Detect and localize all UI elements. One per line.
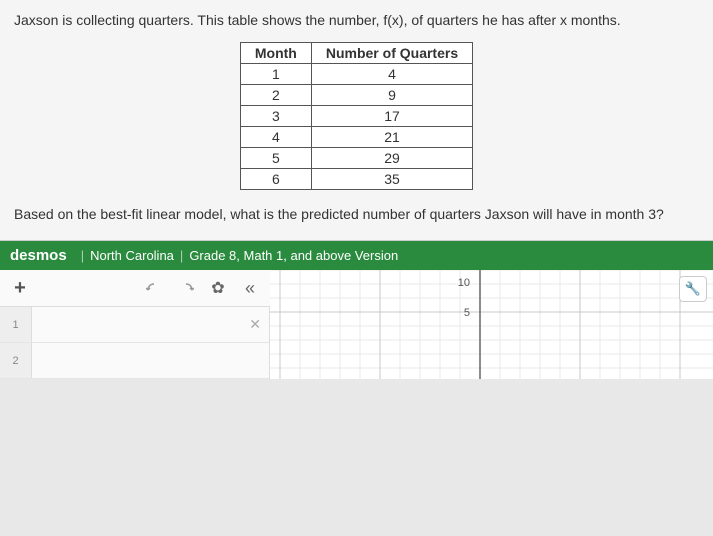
expression-row[interactable]: 2 xyxy=(0,343,269,379)
table-header-month: Month xyxy=(240,43,311,64)
table-row: 14 xyxy=(240,64,472,85)
cell-month: 4 xyxy=(240,127,311,148)
cell-month: 6 xyxy=(240,169,311,190)
divider: | xyxy=(180,248,183,263)
data-table: Month Number of Quarters 14 29 317 421 5… xyxy=(240,42,473,190)
table-row: 29 xyxy=(240,85,472,106)
redo-button[interactable] xyxy=(170,274,202,302)
svg-text:10: 10 xyxy=(458,277,470,289)
graph-grid: -10 -5 0 5 10 10 5 -5 xyxy=(270,270,713,379)
cell-month: 5 xyxy=(240,148,311,169)
problem-question: Based on the best-fit linear model, what… xyxy=(14,206,699,222)
cell-quarters: 17 xyxy=(311,106,472,127)
expression-index: 1 xyxy=(0,307,32,342)
problem-intro: Jaxson is collecting quarters. This tabl… xyxy=(14,12,699,28)
collapse-panel-button[interactable]: « xyxy=(234,274,266,302)
cell-quarters: 9 xyxy=(311,85,472,106)
desmos-logo: desmos xyxy=(10,247,67,264)
close-icon[interactable]: ✕ xyxy=(249,316,261,333)
cell-quarters: 21 xyxy=(311,127,472,148)
chevron-left-icon: « xyxy=(245,278,255,299)
expression-panel: 1 ✕ 2 xyxy=(0,307,270,379)
cell-quarters: 35 xyxy=(311,169,472,190)
expression-index: 2 xyxy=(0,343,32,378)
settings-button[interactable]: ✿ xyxy=(202,274,234,302)
table-row: 529 xyxy=(240,148,472,169)
cell-quarters: 4 xyxy=(311,64,472,85)
graph-viewport[interactable]: 🔧 xyxy=(270,270,713,379)
desmos-region: North Carolina xyxy=(90,248,174,263)
svg-text:5: 5 xyxy=(464,307,470,319)
table-row: 317 xyxy=(240,106,472,127)
table-header-quarters: Number of Quarters xyxy=(311,43,472,64)
cell-month: 1 xyxy=(240,64,311,85)
expression-input[interactable] xyxy=(32,343,269,378)
desmos-version: Grade 8, Math 1, and above Version xyxy=(189,248,398,263)
wrench-icon: 🔧 xyxy=(685,281,701,297)
table-row: 421 xyxy=(240,127,472,148)
cell-month: 3 xyxy=(240,106,311,127)
cell-month: 2 xyxy=(240,85,311,106)
expression-input[interactable]: ✕ xyxy=(32,307,269,342)
add-expression-button[interactable]: + xyxy=(4,274,36,302)
gear-icon: ✿ xyxy=(211,278,224,298)
desmos-calculator: desmos | North Carolina | Grade 8, Math … xyxy=(0,241,713,379)
redo-icon xyxy=(178,281,194,295)
undo-button[interactable] xyxy=(138,274,170,302)
table-row: 635 xyxy=(240,169,472,190)
undo-icon xyxy=(146,281,162,295)
expression-row[interactable]: 1 ✕ xyxy=(0,307,269,343)
desmos-header: desmos | North Carolina | Grade 8, Math … xyxy=(0,241,713,270)
desmos-toolbar: + ✿ « xyxy=(0,270,270,307)
divider: | xyxy=(81,248,84,263)
graph-settings-button[interactable]: 🔧 xyxy=(679,276,707,302)
cell-quarters: 29 xyxy=(311,148,472,169)
